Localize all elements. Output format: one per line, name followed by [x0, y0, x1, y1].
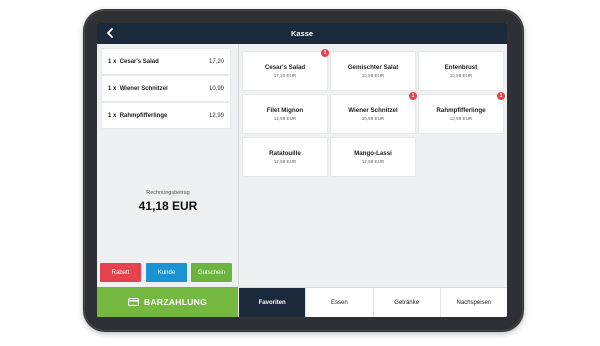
quantity-badge: 1 [321, 49, 329, 57]
cash-payment-label: BARZAHLUNG [144, 297, 207, 307]
quantity-badge: 1 [409, 92, 417, 100]
pos-screen: Kasse 1 x Cesar's Salad 17,20 1 x Wiener… [97, 23, 507, 317]
product-tile[interactable]: Wiener Schnitzel 10,99 EUR 1 [331, 92, 417, 133]
receipt-item-price: 17,20 [208, 58, 224, 65]
total-amount: 41,18 EUR [138, 199, 198, 213]
product-price: 10,99 EUR [449, 73, 473, 78]
product-price: 10,99 EUR [361, 73, 385, 78]
total-label: Rechnungsbetrag [146, 190, 190, 196]
header-bar: Kasse [97, 23, 507, 44]
tab-getraenke[interactable]: Getränke [372, 288, 440, 317]
product-tile[interactable]: Filet Mignon 12,99 EUR [243, 95, 327, 133]
product-tile[interactable]: Rahmpfifferlinge 12,99 EUR 1 [419, 92, 505, 133]
receipt-line-item[interactable]: 1 x Wiener Schnitzel 10,99 [102, 76, 230, 101]
receipt-panel: 1 x Cesar's Salad 17,20 1 x Wiener Schni… [97, 44, 239, 287]
receipt-item-name: 1 x Rahmpfifferlinge [108, 112, 168, 119]
tab-nachspeisen[interactable]: Nachspeisen [439, 288, 507, 317]
card-icon [128, 298, 139, 306]
receipt-line-item[interactable]: 1 x Rahmpfifferlinge 12,99 [102, 103, 230, 128]
page-title: Kasse [290, 29, 314, 38]
product-name: Rahmpfifferlinge [436, 107, 486, 114]
quantity-badge: 1 [497, 92, 505, 100]
product-name: Cesar's Salad [264, 64, 306, 71]
back-button[interactable] [102, 25, 118, 41]
receipt-item-price: 12,99 [208, 112, 224, 119]
product-name: Gemischter Salat [347, 64, 399, 71]
product-name: Filet Mignon [266, 107, 304, 114]
product-tile[interactable]: Entenbrust 10,99 EUR [419, 52, 503, 90]
product-price: 17,20 EUR [273, 73, 297, 78]
product-tile[interactable]: Gemischter Salat 10,99 EUR [331, 52, 415, 90]
receipt-item-name: 1 x Wiener Schnitzel [108, 85, 168, 92]
tablet-device: Kasse 1 x Cesar's Salad 17,20 1 x Wiener… [83, 9, 524, 332]
product-grid: Cesar's Salad 17,20 EUR 1 Gemischter Sal… [239, 44, 507, 287]
chevron-left-icon [107, 28, 113, 38]
product-price: 12,99 EUR [361, 159, 385, 164]
product-price: 12,99 EUR [273, 116, 297, 121]
product-price: 10,99 EUR [361, 116, 385, 121]
product-price: 12,99 EUR [273, 159, 297, 164]
product-tile[interactable]: Cesar's Salad 17,20 EUR 1 [243, 49, 329, 90]
product-name: Mango-Lassi [354, 150, 392, 157]
tab-essen[interactable]: Essen [305, 288, 372, 317]
kunde-button[interactable]: Kunde [146, 263, 187, 282]
receipt-item-name: 1 x Cesar's Salad [108, 58, 159, 65]
product-price: 12,99 EUR [449, 116, 473, 121]
category-tabs: Favoriten Essen Getränke Nachspeisen [239, 287, 507, 317]
gutschein-button[interactable]: Gutschein [191, 263, 232, 282]
product-tile[interactable]: Ratatouille 12,99 EUR [243, 138, 327, 176]
product-name: Ratatouille [269, 150, 301, 157]
receipt-line-item[interactable]: 1 x Cesar's Salad 17,20 [102, 49, 230, 74]
rabatt-button[interactable]: Rabatt [100, 263, 141, 282]
cash-payment-button[interactable]: BARZAHLUNG [97, 287, 238, 317]
product-tile[interactable]: Mango-Lassi 12,99 EUR [331, 138, 415, 176]
product-name: Entenbrust [444, 64, 478, 71]
product-name: Wiener Schnitzel [348, 107, 398, 114]
tab-favoriten[interactable]: Favoriten [239, 288, 306, 317]
receipt-item-price: 10,99 [208, 85, 224, 92]
